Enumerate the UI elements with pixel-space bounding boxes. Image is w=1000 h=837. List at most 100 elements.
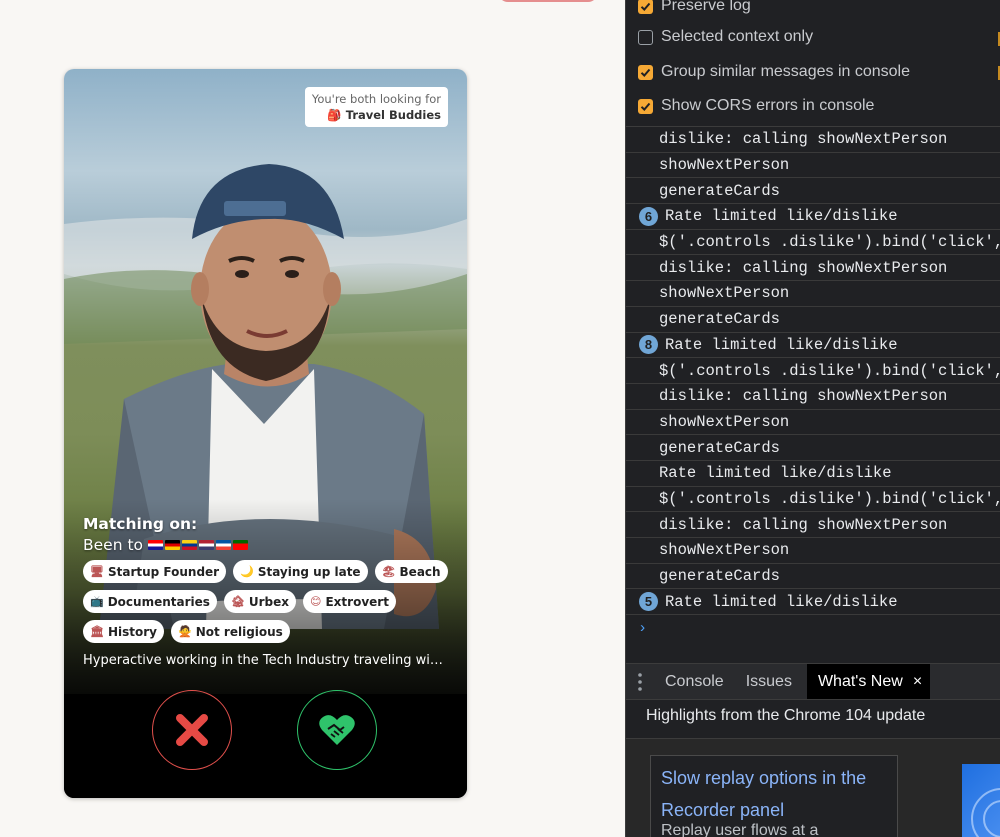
usa-flag: [199, 540, 215, 550]
console-message[interactable]: generateCards: [626, 435, 1000, 461]
whats-new-content: Slow replay options in the Recorder pane…: [626, 738, 1000, 837]
tag-icon: 🙅: [178, 625, 192, 638]
tag-label: History: [107, 624, 157, 639]
cross-icon: [176, 714, 208, 746]
console-message[interactable]: showNextPerson: [626, 410, 1000, 436]
tag-label: Documentaries: [107, 594, 210, 609]
repeat-count-badge: 5: [639, 592, 658, 612]
console-message-text: showNextPerson: [659, 156, 790, 175]
console-option[interactable]: Selected context only: [638, 25, 813, 49]
tag-icon: 🏚: [230, 595, 245, 608]
profile-photo: [64, 164, 467, 798]
repeat-count-badge: 8: [639, 335, 658, 355]
release-note-card[interactable]: Slow replay options in the Recorder pane…: [650, 755, 898, 837]
console-option-label: Show CORS errors in console: [661, 97, 875, 114]
release-note-description: Replay user flows at a: [661, 822, 819, 837]
tag-icon: 📺: [90, 595, 104, 608]
console-prompt[interactable]: ›: [626, 615, 1000, 641]
checkbox-checked-icon[interactable]: [638, 64, 653, 80]
console-message[interactable]: dislike: calling showNextPerson: [626, 127, 1000, 153]
germany-flag: [165, 540, 181, 550]
console-message-text: Rate limited like/dislike: [665, 335, 898, 354]
dislike-button[interactable]: [152, 690, 232, 770]
devtools-panel: Preserve log Selected context only Group s…: [625, 0, 1000, 837]
tab-whats-new[interactable]: What's New ×: [806, 664, 931, 699]
tab-issues[interactable]: Issues: [735, 663, 803, 700]
console-message[interactable]: showNextPerson: [626, 538, 1000, 564]
console-message[interactable]: $('.controls .dislike').bind('click',fu: [626, 230, 1000, 256]
portugal-flag: [233, 540, 249, 550]
handshake-heart-icon: [319, 715, 355, 745]
tag-label: Extrovert: [325, 594, 389, 609]
croatia-flag: [148, 540, 164, 550]
looking-for-value: 🎒 Travel Buddies: [327, 108, 441, 122]
console-option[interactable]: Show CORS errors in console: [638, 94, 874, 118]
console-message[interactable]: dislike: calling showNextPerson: [626, 384, 1000, 410]
console-message-text: Rate limited like/dislike: [665, 207, 898, 226]
matching-section: Matching on: Been to 🖥 Startup Founder 🌙 St…: [83, 515, 453, 668]
console-message[interactable]: dislike: calling showNextPerson: [626, 512, 1000, 538]
console-message-text: generateCards: [659, 310, 780, 329]
console-message-text: showNextPerson: [659, 284, 790, 303]
checkbox-checked-icon[interactable]: [638, 98, 653, 114]
tag-row: 🏛 History 🙅 Not religious: [83, 620, 453, 643]
kebab-menu-icon[interactable]: [626, 663, 654, 700]
top-button-edge[interactable]: [498, 0, 598, 2]
console-message[interactable]: generateCards: [626, 178, 1000, 205]
console-message[interactable]: generateCards: [626, 307, 1000, 333]
tag-label: Staying up late: [257, 564, 361, 579]
app-area: You're both looking for 🎒 Travel Buddies…: [0, 0, 625, 837]
country-flags: [148, 540, 249, 550]
console-message-text: generateCards: [659, 567, 780, 586]
checkbox-checked-icon[interactable]: [638, 0, 653, 14]
console-message[interactable]: Rate limited like/dislike: [626, 461, 1000, 487]
console-message[interactable]: dislike: calling showNextPerson: [626, 255, 1000, 282]
console-message-text: dislike: calling showNextPerson: [659, 515, 948, 534]
console-message[interactable]: 6 Rate limited like/dislike: [626, 204, 1000, 230]
console-option[interactable]: Group similar messages in console: [638, 60, 910, 84]
console-option[interactable]: Preserve log: [638, 0, 751, 18]
console-message[interactable]: $('.controls .dislike').bind('click',fu: [626, 487, 1000, 513]
console-message-text: dislike: calling showNextPerson: [659, 130, 948, 149]
tag-icon: 🏖: [381, 565, 396, 578]
like-button[interactable]: [297, 690, 377, 770]
tag-icon: 🖥: [90, 565, 104, 578]
been-to-row: Been to: [83, 536, 453, 554]
release-thumbnail: [962, 764, 1000, 837]
release-note-link[interactable]: Slow replay options in the Recorder pane…: [661, 762, 887, 826]
console-message-text: $('.controls .dislike').bind('click',fu: [659, 489, 1000, 508]
console-message[interactable]: showNextPerson: [626, 281, 1000, 307]
looking-for-badge: You're both looking for 🎒 Travel Buddies: [304, 87, 448, 127]
console-message-text: $('.controls .dislike').bind('click',fu: [659, 233, 1000, 252]
tag-row: 📺 Documentaries 🏚 Urbex 😊 Extrovert: [83, 590, 453, 613]
console-option-label: Group similar messages in console: [661, 63, 910, 80]
console-message-text: Rate limited like/dislike: [659, 464, 892, 483]
tab-console[interactable]: Console: [654, 663, 735, 700]
colombia-flag: [182, 540, 198, 550]
tag-row: 🖥 Startup Founder 🌙 Staying up late 🏖 Beach: [83, 560, 453, 583]
console-message[interactable]: 5 Rate limited like/dislike: [626, 589, 1000, 616]
console-message-text: Rate limited like/dislike: [665, 592, 898, 611]
interest-tag: 🏛 History: [83, 620, 164, 643]
been-to-label: Been to: [83, 536, 144, 554]
prompt-chevron-icon: ›: [638, 619, 648, 637]
matching-title: Matching on:: [83, 515, 198, 533]
profile-card[interactable]: You're both looking for 🎒 Travel Buddies…: [64, 69, 467, 798]
interest-tag: 😊 Extrovert: [303, 590, 396, 613]
console-message[interactable]: generateCards: [626, 564, 1000, 590]
france-flag: [216, 540, 232, 550]
console-message-text: generateCards: [659, 438, 780, 457]
tag-icon: 🌙: [240, 565, 254, 578]
console-message-text: showNextPerson: [659, 412, 790, 431]
console-message[interactable]: 8 Rate limited like/dislike: [626, 333, 1000, 359]
console-message[interactable]: showNextPerson: [626, 153, 1000, 179]
tag-label: Beach: [399, 564, 441, 579]
interest-tag: 🖥 Startup Founder: [83, 560, 227, 583]
close-icon[interactable]: ×: [913, 673, 922, 691]
interest-tag: 🏖 Beach: [374, 560, 448, 583]
checkbox-unchecked-icon[interactable]: [638, 29, 653, 45]
tab-whats-new-label: What's New: [817, 672, 903, 690]
tag-label: Startup Founder: [107, 564, 220, 579]
tag-label: Not religious: [195, 624, 283, 639]
console-message[interactable]: $('.controls .dislike').bind('click',fu: [626, 358, 1000, 384]
